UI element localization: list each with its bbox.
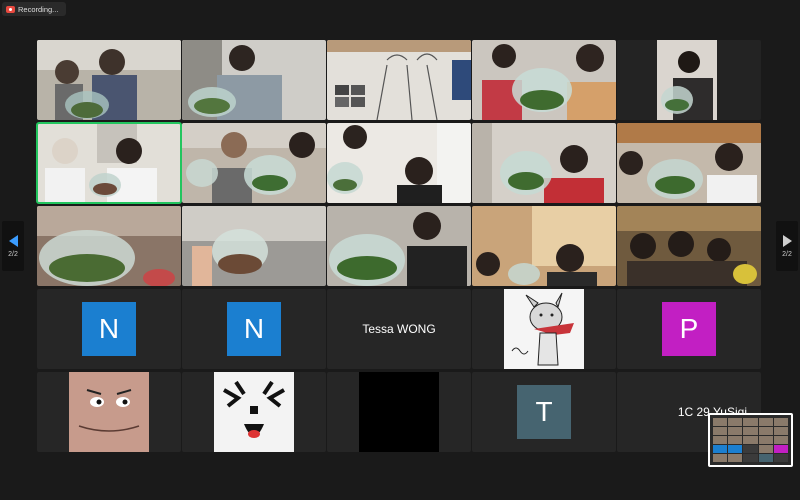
participant-video-tile[interactable] (472, 40, 616, 120)
participant-video (472, 40, 616, 120)
participant-initial-avatar: N (82, 302, 136, 356)
participant-initial-avatar: N (227, 302, 281, 356)
participant-video-tile[interactable] (472, 206, 616, 286)
participant-video (182, 123, 326, 203)
participant-video (472, 206, 616, 286)
cartoon-ghost-avatar (214, 372, 294, 452)
participant-video-tile[interactable] (37, 206, 181, 286)
participant-name: Tessa WONG (362, 322, 436, 336)
participant-video (617, 40, 761, 120)
participant-tile[interactable] (472, 289, 616, 369)
participant-video (617, 206, 761, 286)
chevron-left-icon (8, 234, 18, 247)
participant-tile[interactable]: P (617, 289, 761, 369)
participant-video (37, 40, 181, 120)
participant-initial-avatar: P (662, 302, 716, 356)
recording-indicator[interactable]: Recording... (2, 2, 66, 16)
participant-video-tile[interactable] (617, 40, 761, 120)
participant-grid: N N Tessa WONG P T 1C 29 YuSiqi (36, 40, 763, 454)
participant-video-tile[interactable] (327, 206, 471, 286)
cartoon-face-avatar (69, 372, 149, 452)
participant-video-tile[interactable] (182, 40, 326, 120)
participant-tile[interactable]: N (37, 289, 181, 369)
participant-video (472, 123, 616, 203)
participant-video-tile[interactable] (617, 123, 761, 203)
page-indicator-right: 2/2 (782, 250, 792, 258)
participant-video-tile[interactable] (182, 206, 326, 286)
recording-icon (6, 5, 15, 13)
participant-tile[interactable]: N (182, 289, 326, 369)
participant-video (327, 40, 471, 120)
participant-video (37, 206, 181, 286)
participant-video-tile[interactable] (182, 123, 326, 203)
participant-video (182, 206, 326, 286)
black-avatar (359, 372, 439, 452)
participant-video (327, 123, 471, 203)
participant-tile[interactable] (327, 372, 471, 452)
self-view-thumbnail[interactable] (708, 413, 793, 467)
recording-label: Recording... (18, 4, 59, 14)
participant-tile[interactable] (182, 372, 326, 452)
participant-video (327, 206, 471, 286)
chevron-right-icon (782, 234, 792, 247)
participant-video (37, 123, 181, 203)
participant-video (617, 123, 761, 203)
participant-tile[interactable]: Tessa WONG (327, 289, 471, 369)
participant-initial-avatar: T (517, 385, 571, 439)
cartoon-dog-avatar (504, 289, 584, 369)
previous-page-button[interactable]: 2/2 (2, 221, 24, 271)
participant-video-tile-active-speaker[interactable] (36, 122, 182, 204)
participant-tile[interactable] (37, 372, 181, 452)
participant-tile[interactable]: T (472, 372, 616, 452)
participant-video-tile[interactable] (617, 206, 761, 286)
participant-video-tile[interactable] (327, 40, 471, 120)
page-indicator-left: 2/2 (8, 250, 18, 258)
participant-video-tile[interactable] (472, 123, 616, 203)
participant-video-tile[interactable] (37, 40, 181, 120)
participant-video-tile[interactable] (327, 123, 471, 203)
next-page-button[interactable]: 2/2 (776, 221, 798, 271)
participant-video (182, 40, 326, 120)
